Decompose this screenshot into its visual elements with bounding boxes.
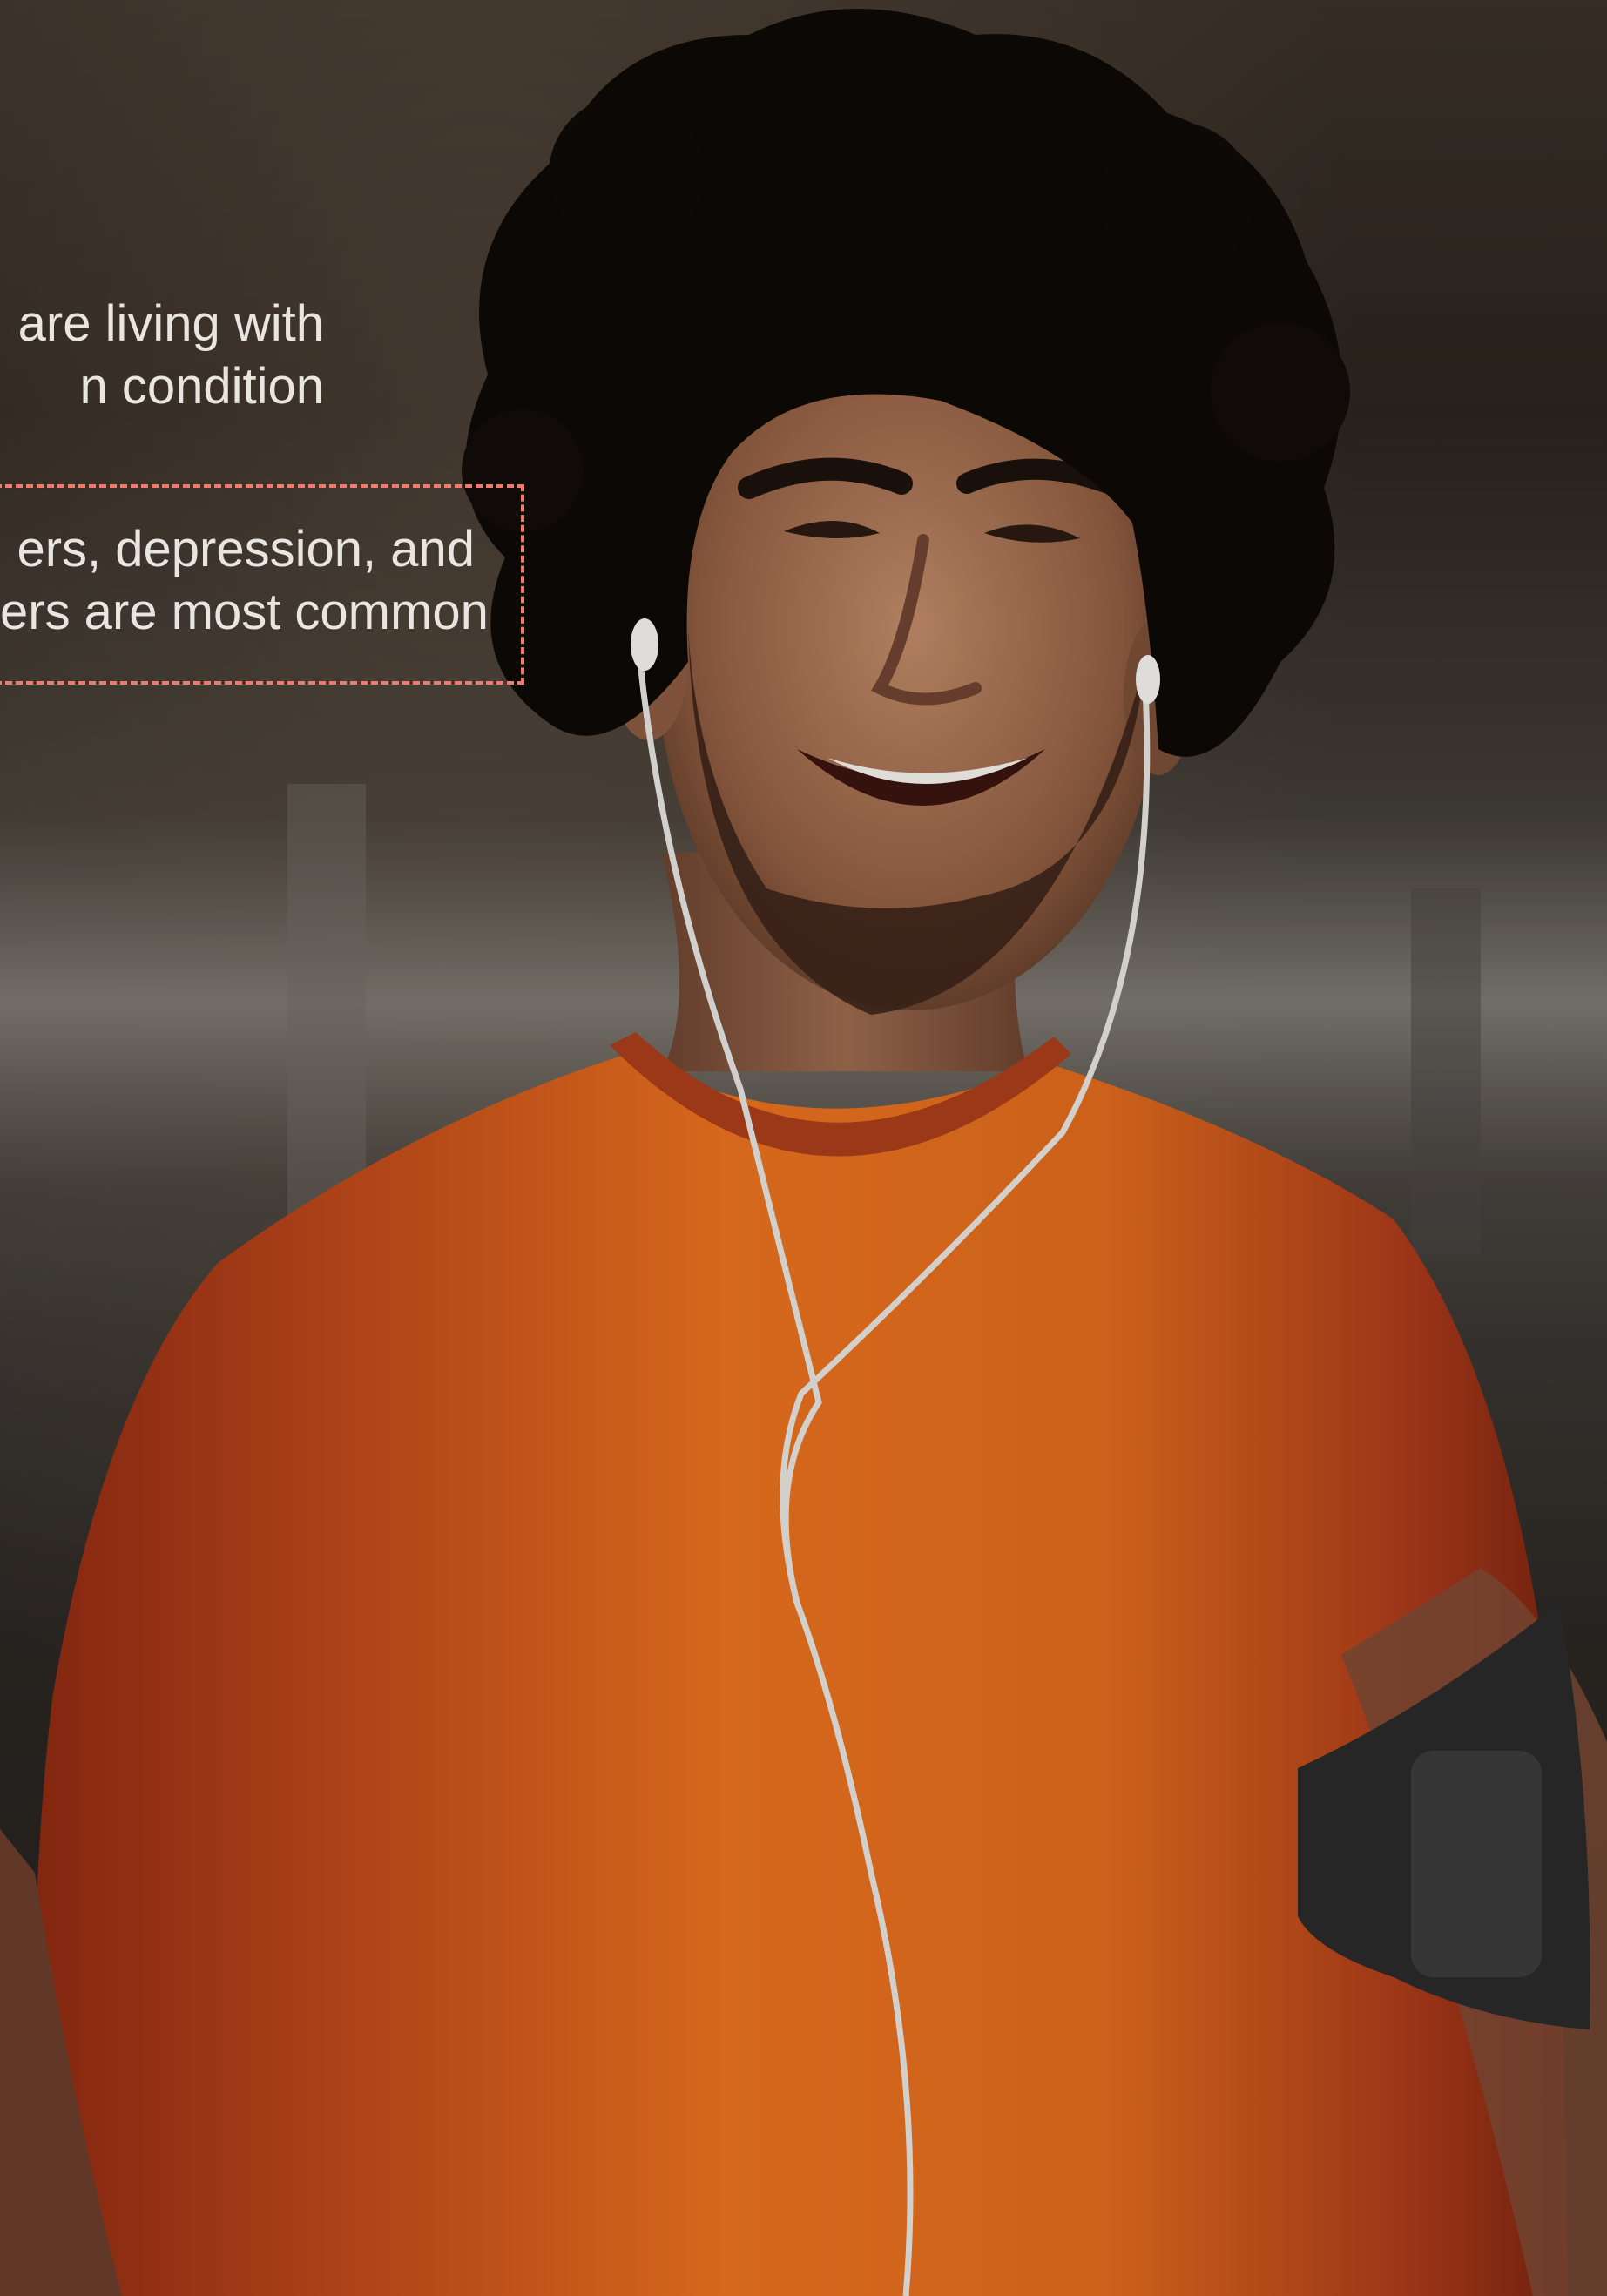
orange-shirt: [35, 1054, 1568, 2296]
background-pillar: [1411, 888, 1481, 1254]
hair-curl: [1097, 122, 1254, 279]
left-earbud: [631, 618, 658, 671]
stat-living-with-condition: are living with n condition: [0, 293, 324, 418]
stat-1-line-1: are living with: [17, 295, 324, 352]
stat-2-line-2: ers are most common: [0, 584, 489, 640]
hair-curl: [549, 96, 706, 253]
hair-curl: [1211, 322, 1350, 462]
background-pillar: [287, 784, 366, 1237]
armband-phone: [1411, 1751, 1542, 1977]
right-earbud: [1136, 655, 1160, 704]
hero-photo-panel: are living with n condition ers, depress…: [0, 0, 1607, 2296]
stat-2-line-1: ers, depression, and: [17, 521, 475, 577]
stat-1-line-2: n condition: [79, 358, 324, 415]
stat-most-common-conditions: ers, depression, and ers are most common: [0, 518, 489, 644]
